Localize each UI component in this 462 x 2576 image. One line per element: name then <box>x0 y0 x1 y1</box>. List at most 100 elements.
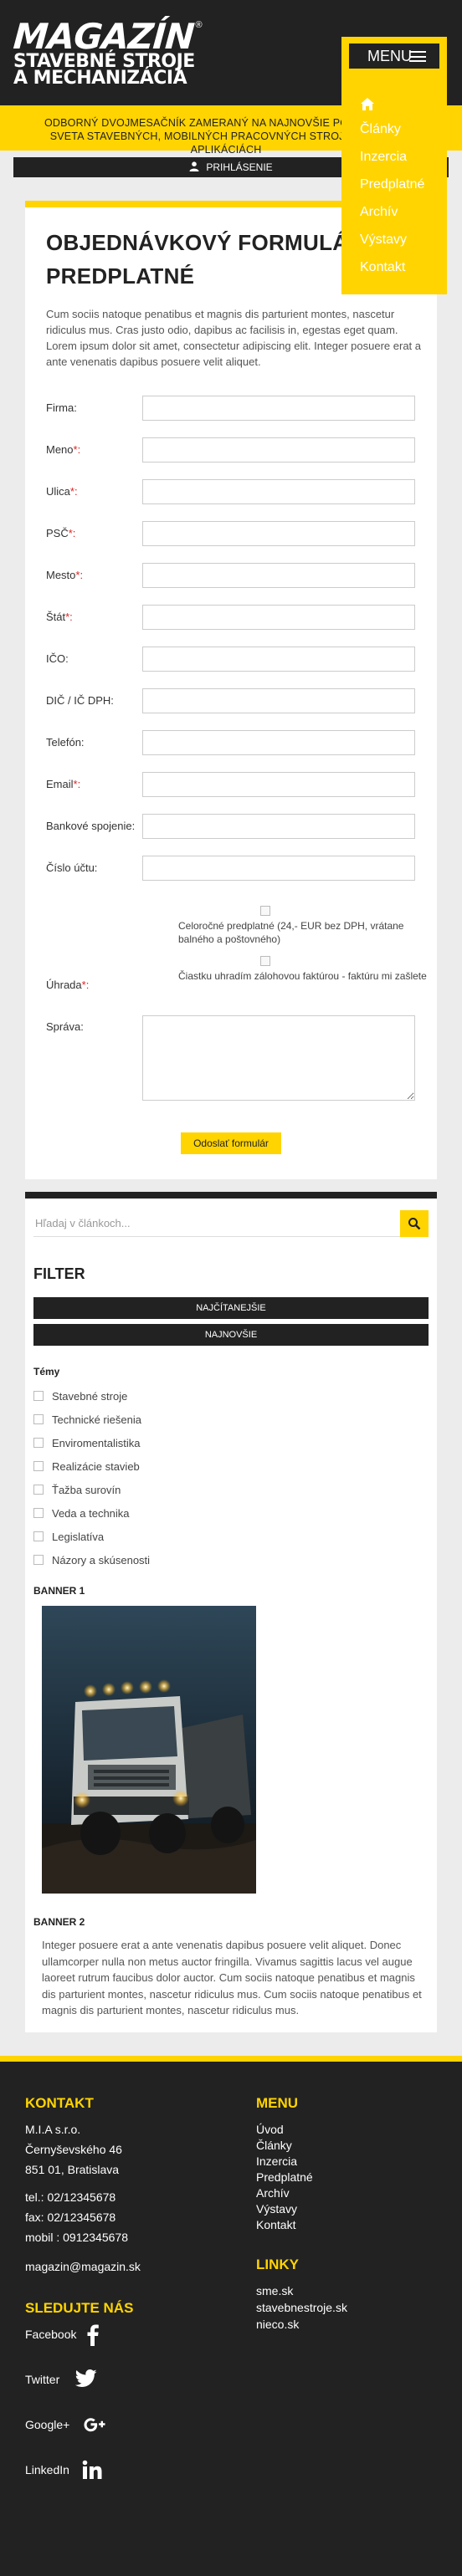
field-mesto: Mesto*: <box>46 563 423 588</box>
user-icon <box>189 161 199 171</box>
field-label: PSČ*: <box>46 527 76 539</box>
field-stat: Štát*: <box>46 605 423 630</box>
menu-item-clanky[interactable]: Články <box>341 115 447 143</box>
site-logo[interactable]: MAGAZÍN® STAVEBNÉ STROJE A MECHANIZÁCIA <box>12 16 203 89</box>
footer-menu-item[interactable]: Predplatné <box>256 2170 313 2185</box>
field-dic: DIČ / IČ DPH: <box>46 688 423 713</box>
field-cislo-uctu: Číslo účtu: <box>46 856 423 881</box>
annual-subscription-label: Celoročné predplatné (24,- EUR bez DPH, … <box>178 920 404 945</box>
most-read-button[interactable]: NAJČÍTANEJŠIE <box>33 1297 429 1319</box>
psc-input[interactable] <box>142 521 415 546</box>
ico-input[interactable] <box>142 647 415 672</box>
footer-street: Černyševského 46 <box>25 2143 122 2156</box>
topic-checkbox[interactable] <box>33 1508 44 1518</box>
footer-email-link[interactable]: magazin@magazin.sk <box>25 2259 141 2275</box>
topic-checkbox[interactable] <box>33 1485 44 1495</box>
telefon-input[interactable] <box>142 730 415 755</box>
facebook-icon <box>87 2324 99 2346</box>
menu-item-inzercia[interactable]: Inzercia <box>341 143 447 171</box>
search-icon <box>408 1218 421 1230</box>
footer-link[interactable]: nieco.sk <box>256 2317 299 2333</box>
footer-city: 851 01, Bratislava <box>25 2163 120 2176</box>
field-telefon: Telefón: <box>46 730 423 755</box>
uhrada-label: Úhrada*: <box>46 979 90 991</box>
footer-fax: fax: 02/12345678 <box>25 2211 116 2224</box>
sidebar-panel: Hľadaj v článkoch... FILTER NAJČÍTANEJŠI… <box>25 1192 437 2032</box>
footer-menu-item[interactable]: Kontakt <box>256 2217 295 2233</box>
banner2-text: Integer posuere erat a ante venenatis da… <box>42 1939 422 2016</box>
login-label: PRIHLÁSENIE <box>206 161 273 173</box>
menu-item-archiv[interactable]: Archív <box>341 198 447 226</box>
footer-links-heading: LINKY <box>256 2257 299 2272</box>
footer-link[interactable]: stavebnestroje.sk <box>256 2300 347 2316</box>
topics-heading: Témy <box>33 1366 60 1377</box>
bankove-spojenie-input[interactable] <box>142 814 415 839</box>
menu-button[interactable]: MENU <box>341 37 447 75</box>
field-bankove-spojenie: Bankové spojenie: <box>46 814 423 839</box>
footer-tel: tel.: 02/12345678 <box>25 2190 116 2204</box>
ulica-input[interactable] <box>142 479 415 504</box>
banner2-heading: BANNER 2 <box>33 1916 85 1928</box>
invoice-checkbox[interactable] <box>260 956 270 966</box>
footer-menu-item[interactable]: Inzercia <box>256 2154 297 2170</box>
mesto-input[interactable] <box>142 563 415 588</box>
twitter-link[interactable]: Twitter <box>25 2369 97 2398</box>
topic-checkbox[interactable] <box>33 1555 44 1565</box>
footer-menu-heading: MENU <box>256 2095 299 2111</box>
logo-registered-mark: ® <box>195 20 203 30</box>
field-label: DIČ / IČ DPH: <box>46 694 114 707</box>
footer-mobil: mobil : 0912345678 <box>25 2231 128 2244</box>
stat-input[interactable] <box>142 605 415 630</box>
meno-input[interactable] <box>142 437 415 463</box>
field-meno: Meno*: <box>46 437 423 463</box>
sprava-textarea[interactable] <box>142 1015 415 1101</box>
topic-checkbox[interactable] <box>33 1438 44 1448</box>
banner1-heading: BANNER 1 <box>33 1585 85 1597</box>
email-input[interactable] <box>142 772 415 797</box>
search-button[interactable] <box>400 1210 429 1237</box>
banner1-truck-image[interactable] <box>42 1606 256 1894</box>
footer-link[interactable]: sme.sk <box>256 2283 293 2299</box>
topic-checkbox[interactable] <box>33 1391 44 1401</box>
menu-item-kontakt[interactable]: Kontakt <box>341 253 447 281</box>
hamburger-icon <box>409 51 426 62</box>
footer-contact-heading: KONTAKT <box>25 2095 94 2111</box>
facebook-link[interactable]: Facebook <box>25 2324 99 2353</box>
logo-brand: MAGAZÍN <box>12 16 196 57</box>
search-input[interactable]: Hľadaj v článkoch... <box>35 1217 131 1229</box>
twitter-icon <box>75 2369 97 2387</box>
menu-item-vystavy[interactable]: Výstavy <box>341 226 447 253</box>
menu-button-label: MENU <box>367 48 412 64</box>
form-intro: Cum sociis natoque penatibus et magnis d… <box>46 308 422 368</box>
googleplus-icon <box>84 2418 105 2432</box>
field-ulica: Ulica*: <box>46 479 423 504</box>
topic-checkbox[interactable] <box>33 1414 44 1424</box>
footer-menu-item[interactable]: Výstavy <box>256 2201 297 2217</box>
googleplus-link[interactable]: Google+ <box>25 2418 105 2443</box>
field-label: Mesto*: <box>46 569 84 581</box>
field-label: Meno*: <box>46 443 81 456</box>
newest-button[interactable]: NAJNOVŠIE <box>33 1324 429 1346</box>
sprava-label: Správa: <box>46 1020 84 1033</box>
footer-menu-item[interactable]: Úvod <box>256 2122 284 2138</box>
submit-button[interactable]: Odoslať formulár <box>181 1132 281 1154</box>
field-label: Telefón: <box>46 736 85 749</box>
topic-checkbox[interactable] <box>33 1461 44 1471</box>
linkedin-link[interactable]: LinkedIn <box>25 2460 102 2488</box>
footer-menu-item[interactable]: Archív <box>256 2185 290 2201</box>
footer-company: M.I.A s.r.o. <box>25 2123 81 2136</box>
menu-item-predplatne[interactable]: Predplatné <box>341 171 447 198</box>
home-icon[interactable] <box>341 90 447 115</box>
annual-subscription-checkbox[interactable] <box>260 906 270 916</box>
footer-menu-item[interactable]: Články <box>256 2138 292 2154</box>
dic-input[interactable] <box>142 688 415 713</box>
invoice-label: Čiastku uhradím zálohovou faktúrou - fak… <box>178 970 427 982</box>
topic-checkbox[interactable] <box>33 1531 44 1541</box>
field-label: Email*: <box>46 778 81 790</box>
cislo-uctu-input[interactable] <box>142 856 415 881</box>
field-firma: Firma: <box>46 396 423 421</box>
logo-tagline-2: A MECHANIZÁCIA <box>13 68 187 89</box>
field-email: Email*: <box>46 772 423 797</box>
firma-input[interactable] <box>142 396 415 421</box>
footer-follow-heading: SLEDUJTE NÁS <box>25 2300 134 2316</box>
